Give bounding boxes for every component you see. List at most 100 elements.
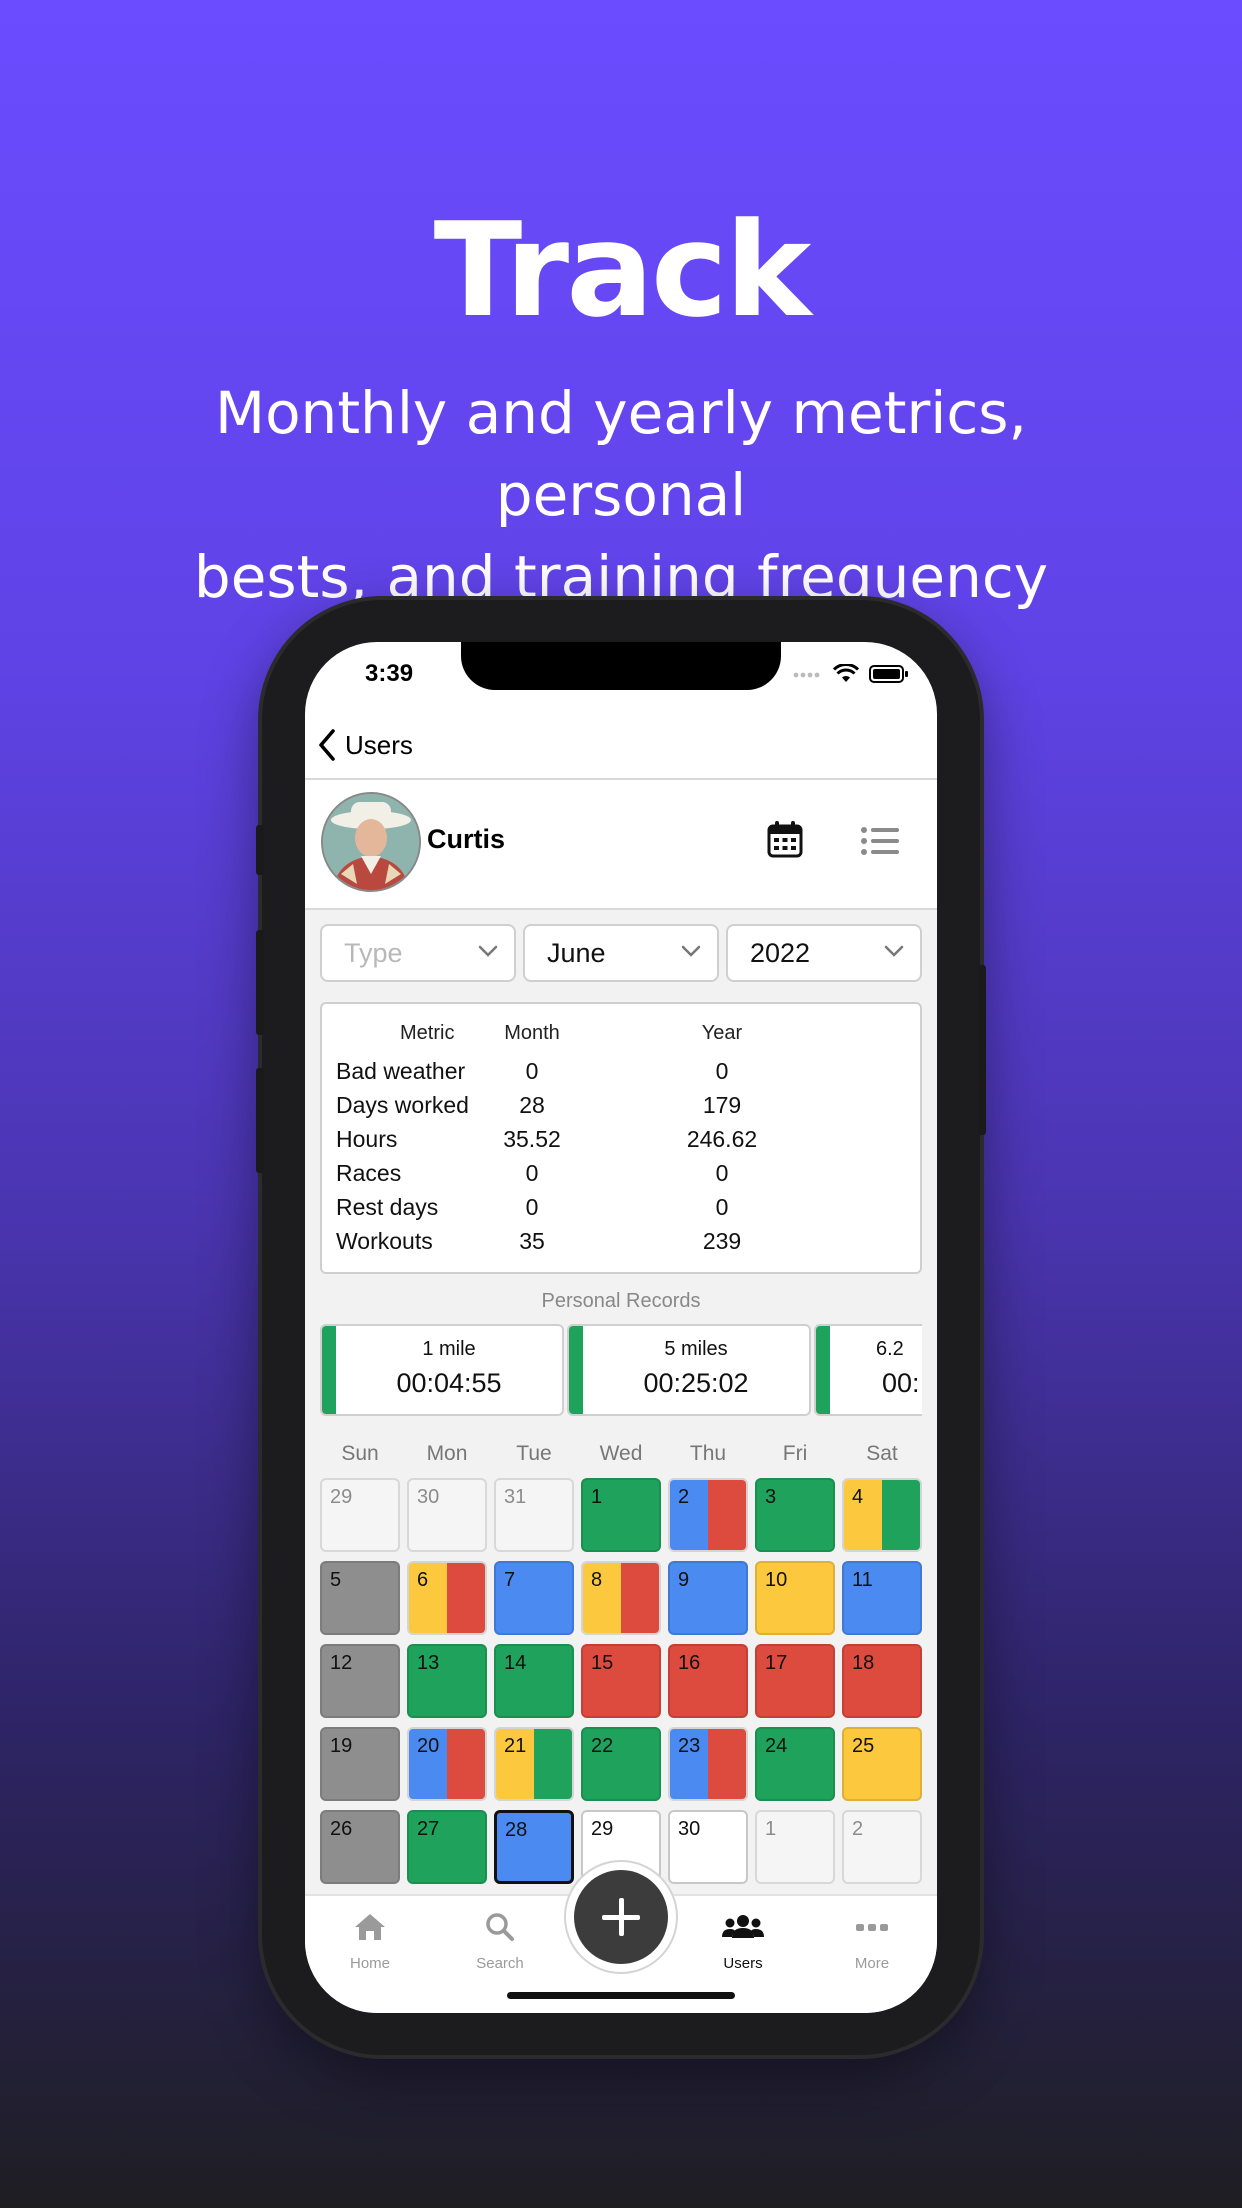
day-number: 17 bbox=[765, 1652, 788, 1674]
battery-icon bbox=[869, 665, 908, 683]
calendar-day-cell[interactable]: 22 bbox=[581, 1727, 661, 1801]
calendar-day-cell[interactable]: 5 bbox=[320, 1561, 400, 1635]
day-number: 4 bbox=[852, 1486, 864, 1508]
day-number: 25 bbox=[852, 1735, 875, 1757]
calendar-day-cell[interactable]: 29 bbox=[320, 1478, 400, 1552]
metric-name: Rest days bbox=[336, 1194, 439, 1220]
calendar-day-cell[interactable]: 9 bbox=[668, 1561, 748, 1635]
calendar-day-cell[interactable]: 3 bbox=[755, 1478, 835, 1552]
metric-name: Races bbox=[336, 1160, 402, 1186]
record-color-bar bbox=[569, 1326, 583, 1414]
day-number: 31 bbox=[504, 1486, 527, 1508]
calendar-day-cell[interactable]: 4 bbox=[842, 1478, 922, 1552]
record-value: 00:25:02 bbox=[643, 1368, 749, 1398]
calendar-day-cell[interactable]: 21 bbox=[494, 1727, 574, 1801]
day-number: 3 bbox=[765, 1486, 777, 1508]
calendar-day-cell[interactable]: 11 bbox=[842, 1561, 922, 1635]
calendar-day-cell[interactable]: 13 bbox=[407, 1644, 487, 1718]
record-color-bar bbox=[816, 1326, 830, 1414]
chevron-down-icon bbox=[478, 945, 498, 957]
status-icons bbox=[793, 664, 909, 684]
day-number: 12 bbox=[330, 1652, 353, 1674]
users-icon bbox=[722, 1915, 764, 1938]
home-icon bbox=[355, 1914, 385, 1940]
tab-search[interactable]: Search bbox=[445, 1912, 555, 1972]
phone-screen: 3:39 Users Curtis Type June 2022 Metric … bbox=[305, 642, 937, 2013]
metric-month-value: 0 bbox=[525, 1194, 539, 1220]
calendar-day-cell[interactable]: 28 bbox=[494, 1810, 574, 1884]
weekday-sun: Sun bbox=[341, 1442, 379, 1465]
calendar-day-cell[interactable]: 2 bbox=[842, 1810, 922, 1884]
calendar-day-cell[interactable]: 15 bbox=[581, 1644, 661, 1718]
day-number: 16 bbox=[678, 1652, 701, 1674]
day-number: 6 bbox=[417, 1569, 429, 1591]
calendar-day-cell[interactable]: 30 bbox=[668, 1810, 748, 1884]
calendar-day-cell[interactable]: 27 bbox=[407, 1810, 487, 1884]
metric-name: Workouts bbox=[336, 1228, 433, 1254]
add-workout-button[interactable] bbox=[574, 1870, 668, 1964]
calendar-day-cell[interactable]: 14 bbox=[494, 1644, 574, 1718]
personal-records-carousel[interactable]: 1 mile 00:04:55 5 miles 00:25:02 6.2 00: bbox=[320, 1324, 922, 1416]
tab-more-label: More bbox=[854, 1955, 890, 1972]
status-time: 3:39 bbox=[365, 660, 414, 687]
metric-year-value: 246.62 bbox=[686, 1126, 758, 1152]
day-activity-segment bbox=[882, 1480, 920, 1550]
day-activity-segment bbox=[534, 1729, 572, 1799]
day-number: 19 bbox=[330, 1735, 353, 1757]
tab-more[interactable]: More bbox=[817, 1912, 927, 1972]
day-activity-segment bbox=[708, 1729, 746, 1799]
calendar-day-cell[interactable]: 18 bbox=[842, 1644, 922, 1718]
calendar-day-cell[interactable]: 30 bbox=[407, 1478, 487, 1552]
record-label: 1 mile bbox=[422, 1338, 476, 1360]
calendar-day-cell[interactable]: 1 bbox=[755, 1810, 835, 1884]
record-card[interactable]: 1 mile 00:04:55 bbox=[320, 1324, 564, 1416]
record-value: 00: bbox=[882, 1368, 920, 1398]
type-dropdown[interactable]: Type bbox=[320, 924, 516, 982]
metric-month-value: 35 bbox=[519, 1228, 545, 1254]
list-icon bbox=[861, 827, 899, 855]
calendar-day-cell[interactable]: 20 bbox=[407, 1727, 487, 1801]
calendar-day-cell[interactable]: 17 bbox=[755, 1644, 835, 1718]
calendar-day-cell[interactable]: 12 bbox=[320, 1644, 400, 1718]
year-dropdown[interactable]: 2022 bbox=[726, 924, 922, 982]
calendar-day-cell[interactable]: 24 bbox=[755, 1727, 835, 1801]
tab-home-label: Home bbox=[349, 1955, 390, 1972]
metrics-header-year: Year bbox=[701, 1022, 743, 1044]
signal-icon bbox=[793, 672, 820, 678]
weekday-mon: Mon bbox=[426, 1442, 468, 1465]
calendar-day-cell[interactable]: 10 bbox=[755, 1561, 835, 1635]
day-number: 2 bbox=[852, 1818, 864, 1840]
back-button[interactable]: Users bbox=[317, 728, 437, 768]
day-number: 8 bbox=[591, 1569, 603, 1591]
calendar-day-cell[interactable]: 1 bbox=[581, 1478, 661, 1552]
day-number: 21 bbox=[504, 1735, 527, 1757]
calendar-day-cell[interactable]: 7 bbox=[494, 1561, 574, 1635]
day-number: 10 bbox=[765, 1569, 788, 1591]
list-view-button[interactable] bbox=[861, 826, 901, 860]
avatar bbox=[321, 792, 421, 892]
day-activity-segment bbox=[708, 1480, 746, 1550]
record-card[interactable]: 5 miles 00:25:02 bbox=[567, 1324, 811, 1416]
month-dropdown[interactable]: June bbox=[523, 924, 719, 982]
calendar-day-cell[interactable]: 31 bbox=[494, 1478, 574, 1552]
day-number: 30 bbox=[678, 1818, 701, 1840]
record-label: 6.2 bbox=[876, 1338, 904, 1360]
type-dropdown-value: Type bbox=[344, 938, 403, 968]
calendar-day-cell[interactable]: 6 bbox=[407, 1561, 487, 1635]
tab-home[interactable]: Home bbox=[315, 1912, 425, 1972]
calendar-day-cell[interactable]: 25 bbox=[842, 1727, 922, 1801]
calendar-day-cell[interactable]: 19 bbox=[320, 1727, 400, 1801]
record-card[interactable]: 6.2 00: bbox=[814, 1324, 922, 1416]
calendar-icon bbox=[767, 821, 803, 858]
calendar-day-cell[interactable]: 23 bbox=[668, 1727, 748, 1801]
calendar-day-cell[interactable]: 26 bbox=[320, 1810, 400, 1884]
day-number: 15 bbox=[591, 1652, 614, 1674]
calendar-day-cell[interactable]: 8 bbox=[581, 1561, 661, 1635]
tab-users[interactable]: Users bbox=[688, 1912, 798, 1972]
calendar-day-cell[interactable]: 16 bbox=[668, 1644, 748, 1718]
day-number: 13 bbox=[417, 1652, 440, 1674]
day-number: 1 bbox=[591, 1486, 603, 1508]
day-number: 1 bbox=[765, 1818, 777, 1840]
calendar-view-button[interactable] bbox=[767, 820, 807, 862]
calendar-day-cell[interactable]: 2 bbox=[668, 1478, 748, 1552]
